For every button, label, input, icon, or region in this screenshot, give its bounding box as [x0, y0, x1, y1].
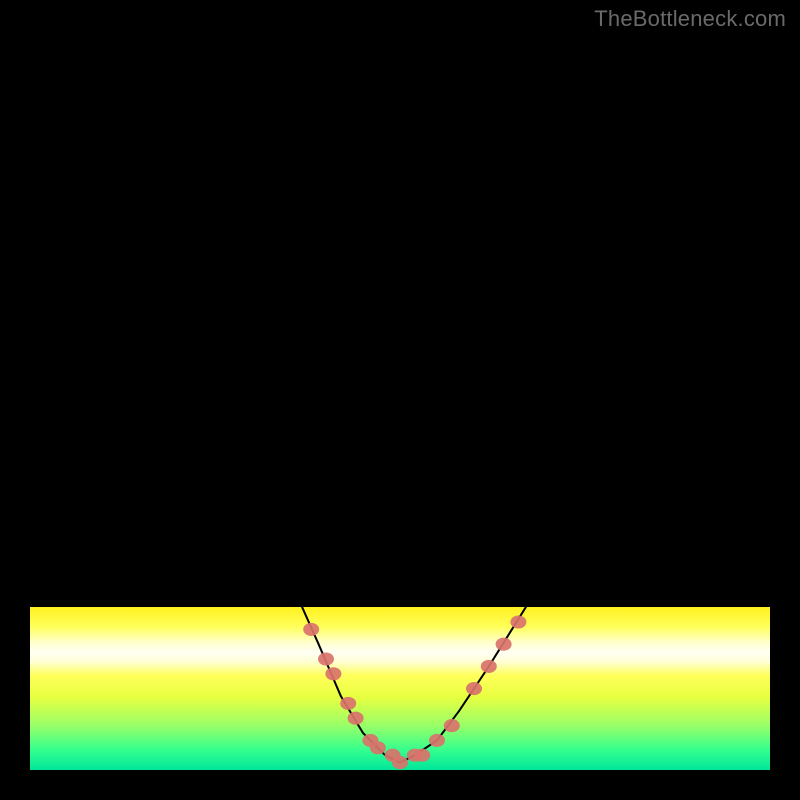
highlight-point [318, 652, 334, 665]
highlight-point [466, 682, 482, 695]
chart-frame: TheBottleneck.com [0, 0, 800, 800]
highlight-point [348, 712, 364, 725]
highlight-point [370, 741, 386, 754]
highlight-point [325, 667, 341, 680]
highlight-point [303, 623, 319, 636]
highlight-point [481, 660, 497, 673]
highlight-point [392, 756, 408, 769]
bottleneck-curve [52, 30, 748, 763]
highlight-point [414, 749, 430, 762]
highlight-point [340, 697, 356, 710]
chart-svg [30, 30, 770, 770]
watermark-text: TheBottleneck.com [594, 6, 786, 32]
highlight-point [496, 638, 512, 651]
highlight-point [444, 719, 460, 732]
highlight-points [303, 615, 526, 769]
highlight-point [510, 615, 526, 628]
highlight-point [429, 734, 445, 747]
